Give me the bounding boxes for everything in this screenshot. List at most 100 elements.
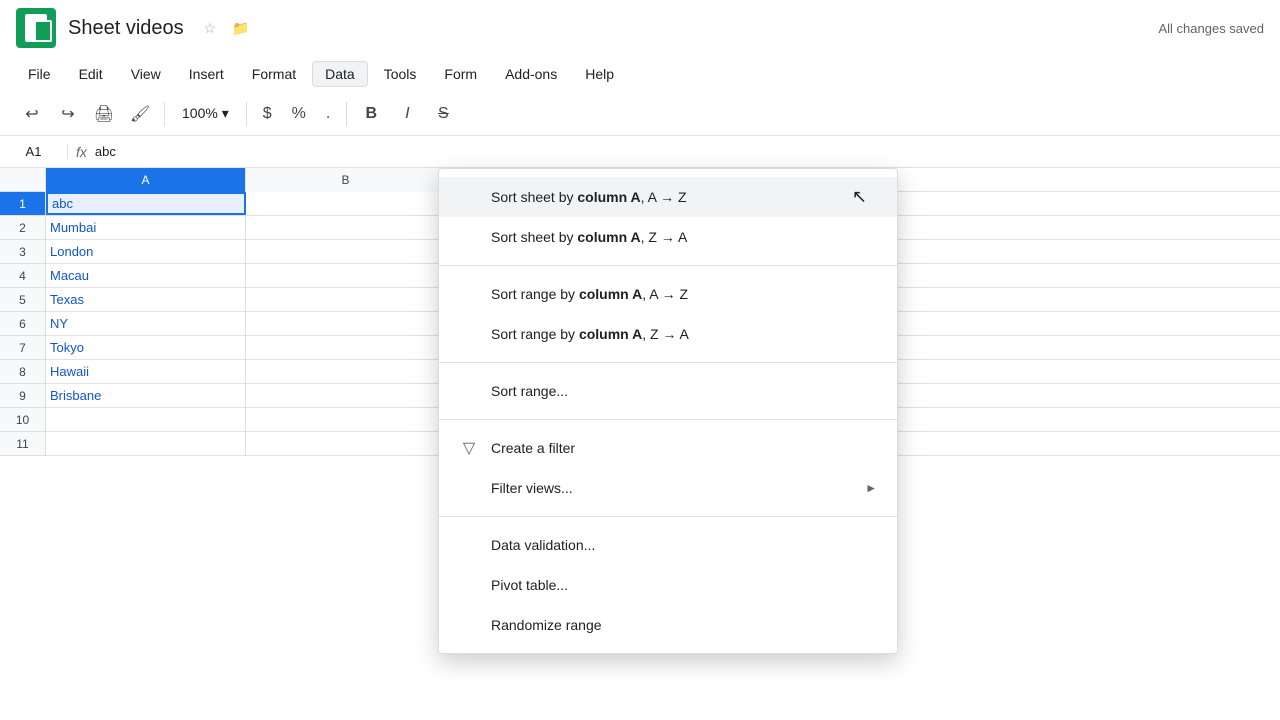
menu-item-pivot-table[interactable]: Pivot table... bbox=[439, 565, 897, 605]
menu-divider bbox=[439, 362, 897, 363]
cell-a-11[interactable] bbox=[46, 432, 246, 455]
menu-item-sort-range-za[interactable]: Sort range by column A, Z → A bbox=[439, 314, 897, 354]
row-number: 9 bbox=[0, 384, 46, 407]
zoom-selector[interactable]: 100% ▾ bbox=[173, 102, 238, 125]
cell-b-1[interactable] bbox=[246, 192, 446, 215]
cell-a-1[interactable]: abc bbox=[46, 192, 246, 215]
cell-a-6[interactable]: NY bbox=[46, 312, 246, 335]
menu-item-label: Pivot table... bbox=[491, 577, 877, 593]
formula-bar: A1 fx abc bbox=[0, 136, 1280, 168]
fx-label: fx bbox=[76, 144, 87, 160]
cell-a-8[interactable]: Hawaii bbox=[46, 360, 246, 383]
menu-item-sort-range-custom[interactable]: Sort range... bbox=[439, 371, 897, 411]
cell-b-4[interactable] bbox=[246, 264, 446, 287]
cell-b-10[interactable] bbox=[246, 408, 446, 431]
row-num-header bbox=[0, 168, 46, 191]
cell-a-5[interactable]: Texas bbox=[46, 288, 246, 311]
menu-item-label: Sort range by column A, Z → A bbox=[491, 326, 877, 342]
strikethrough-button[interactable]: S bbox=[427, 98, 459, 130]
menu-item-filter-views[interactable]: Filter views... ► bbox=[439, 468, 897, 508]
toolbar-separator-1 bbox=[164, 102, 165, 126]
cell-a-4[interactable]: Macau bbox=[46, 264, 246, 287]
menu-item-label: Sort sheet by column A, Z → A bbox=[491, 229, 877, 245]
cell-b-9[interactable] bbox=[246, 384, 446, 407]
menu-addons[interactable]: Add-ons bbox=[493, 62, 569, 86]
submenu-arrow-icon: ► bbox=[865, 481, 877, 495]
row-number: 7 bbox=[0, 336, 46, 359]
menu-divider bbox=[439, 265, 897, 266]
doc-title: Sheet videos bbox=[68, 17, 184, 40]
menu-help[interactable]: Help bbox=[573, 62, 626, 86]
toolbar-separator-2 bbox=[246, 102, 247, 126]
menu-item-sort-range-az[interactable]: Sort range by column A, A → Z bbox=[439, 274, 897, 314]
col-header-b[interactable]: B bbox=[246, 168, 446, 192]
row-number: 5 bbox=[0, 288, 46, 311]
menu-edit[interactable]: Edit bbox=[67, 62, 115, 86]
row-number: 4 bbox=[0, 264, 46, 287]
cell-b-3[interactable] bbox=[246, 240, 446, 263]
menu-item-sort-sheet-za[interactable]: Sort sheet by column A, Z → A bbox=[439, 217, 897, 257]
menu-item-label: Randomize range bbox=[491, 617, 877, 633]
menu-form[interactable]: Form bbox=[432, 62, 489, 86]
menu-item-label: Create a filter bbox=[491, 440, 877, 456]
filter-icon: ▽ bbox=[459, 438, 479, 458]
menu-view[interactable]: View bbox=[119, 62, 173, 86]
cell-a-2[interactable]: Mumbai bbox=[46, 216, 246, 239]
data-dropdown-menu: Sort sheet by column A, A → Z↖Sort sheet… bbox=[438, 168, 898, 654]
row-number: 1 bbox=[0, 192, 46, 215]
currency-button[interactable]: $ bbox=[255, 103, 280, 125]
menu-data[interactable]: Data bbox=[312, 61, 368, 87]
cell-b-6[interactable] bbox=[246, 312, 446, 335]
cell-b-2[interactable] bbox=[246, 216, 446, 239]
menu-item-sort-sheet-az[interactable]: Sort sheet by column A, A → Z↖ bbox=[439, 177, 897, 217]
mouse-cursor-icon: ↖ bbox=[852, 187, 867, 208]
bold-button[interactable]: B bbox=[355, 98, 387, 130]
cell-b-11[interactable] bbox=[246, 432, 446, 455]
menu-item-label: Sort range by column A, A → Z bbox=[491, 286, 877, 302]
row-number: 3 bbox=[0, 240, 46, 263]
row-number: 2 bbox=[0, 216, 46, 239]
paint-format-button[interactable]: 🖌 bbox=[124, 98, 156, 130]
title-bar: Sheet videos ☆ 📁 All changes saved bbox=[0, 0, 1280, 56]
saved-status: All changes saved bbox=[1158, 21, 1264, 36]
undo-button[interactable]: ↩ bbox=[16, 98, 48, 130]
cell-a-3[interactable]: London bbox=[46, 240, 246, 263]
star-icon[interactable]: ☆ bbox=[204, 20, 217, 37]
print-button[interactable]: 🖨 bbox=[88, 98, 120, 130]
formula-value[interactable]: abc bbox=[95, 144, 116, 159]
row-number: 10 bbox=[0, 408, 46, 431]
menu-item-create-filter[interactable]: ▽ Create a filter bbox=[439, 428, 897, 468]
menu-item-label: Sort sheet by column A, A → Z bbox=[491, 189, 877, 205]
menu-format[interactable]: Format bbox=[240, 62, 308, 86]
cell-a-9[interactable]: Brisbane bbox=[46, 384, 246, 407]
cell-a-7[interactable]: Tokyo bbox=[46, 336, 246, 359]
menu-insert[interactable]: Insert bbox=[177, 62, 236, 86]
percent-button[interactable]: % bbox=[284, 103, 314, 125]
menu-bar: File Edit View Insert Format Data Tools … bbox=[0, 56, 1280, 92]
redo-button[interactable]: ↪ bbox=[52, 98, 84, 130]
toolbar-separator-3 bbox=[346, 102, 347, 126]
menu-file[interactable]: File bbox=[16, 62, 63, 86]
row-number: 6 bbox=[0, 312, 46, 335]
folder-icon[interactable]: 📁 bbox=[232, 20, 249, 37]
row-number: 11 bbox=[0, 432, 46, 455]
cell-reference[interactable]: A1 bbox=[8, 144, 68, 159]
col-header-a[interactable]: A bbox=[46, 168, 246, 192]
menu-tools[interactable]: Tools bbox=[372, 62, 429, 86]
menu-divider bbox=[439, 419, 897, 420]
menu-item-label: Data validation... bbox=[491, 537, 877, 553]
cell-a-10[interactable] bbox=[46, 408, 246, 431]
spreadsheet-area: A B C D E F 1abc2Mumbai3London4Macau5Tex… bbox=[0, 168, 1280, 720]
menu-divider bbox=[439, 516, 897, 517]
cell-b-5[interactable] bbox=[246, 288, 446, 311]
menu-item-randomize-range[interactable]: Randomize range bbox=[439, 605, 897, 645]
italic-button[interactable]: I bbox=[391, 98, 423, 130]
decimal-button[interactable]: . bbox=[318, 103, 338, 125]
menu-item-data-validation[interactable]: Data validation... bbox=[439, 525, 897, 565]
app-logo bbox=[16, 8, 56, 48]
menu-item-label: Sort range... bbox=[491, 383, 877, 399]
row-number: 8 bbox=[0, 360, 46, 383]
cell-b-8[interactable] bbox=[246, 360, 446, 383]
menu-item-label: Filter views... bbox=[491, 480, 853, 496]
cell-b-7[interactable] bbox=[246, 336, 446, 359]
